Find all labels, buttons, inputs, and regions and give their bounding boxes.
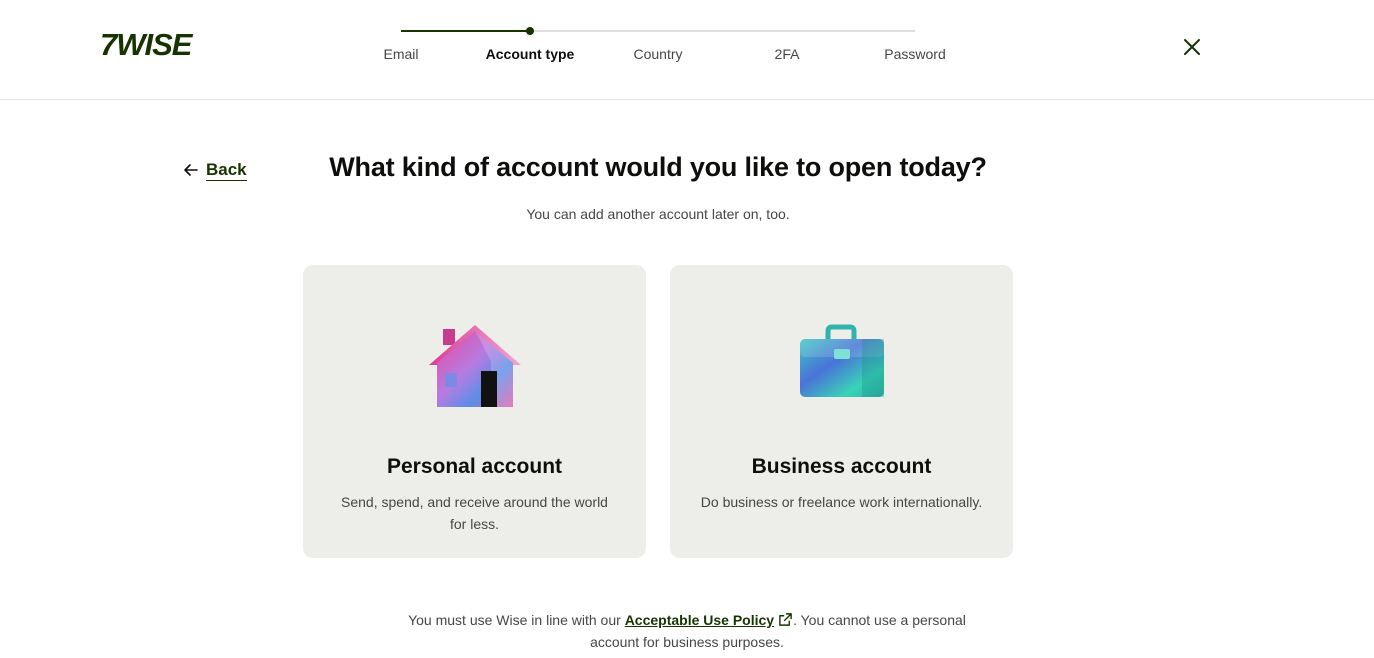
house-illustration — [428, 325, 521, 407]
personal-account-card[interactable]: Personal account Send, spend, and receiv… — [303, 265, 646, 558]
page-subtitle: You can add another account later on, to… — [526, 206, 790, 222]
briefcase-illustration — [799, 324, 884, 397]
personal-card-title: Personal account — [386, 455, 563, 478]
step-country: Country — [633, 46, 683, 62]
personal-card-description: Send, spend, and receive around the worl… — [341, 494, 608, 532]
svg-text:7WISE: 7WISE — [100, 28, 194, 60]
back-label: Back — [206, 159, 247, 181]
close-icon[interactable] — [1180, 35, 1204, 59]
external-link-icon[interactable] — [778, 612, 793, 627]
back-link[interactable]: Back — [182, 158, 247, 182]
business-account-card[interactable]: Business account Do business or freelanc… — [670, 265, 1013, 558]
progress-current-dot — [525, 27, 534, 35]
step-password: Password — [884, 46, 946, 62]
signup-progress: Email Account type Country 2FA Password — [383, 27, 946, 70]
acceptable-use-policy-link[interactable]: Acceptable Use Policy — [625, 612, 774, 628]
wise-logo[interactable]: 7WISE — [100, 28, 210, 60]
business-card-title: Business account — [751, 455, 932, 478]
note-prefix: You must use Wise in line with our — [408, 612, 625, 628]
page-title: What kind of account would you like to o… — [329, 152, 987, 182]
step-email: Email — [383, 46, 419, 62]
business-card-description: Do business or freelance work internatio… — [700, 494, 983, 510]
arrow-left-icon — [184, 164, 198, 176]
acceptable-use-note: You must use Wise in line with our Accep… — [387, 609, 987, 653]
progress-fill — [401, 30, 530, 32]
step-account-type: Account type — [485, 46, 575, 62]
step-2fa: 2FA — [774, 46, 800, 62]
top-header: 7WISE Email Account type Country 2FA Pas… — [0, 0, 1374, 100]
